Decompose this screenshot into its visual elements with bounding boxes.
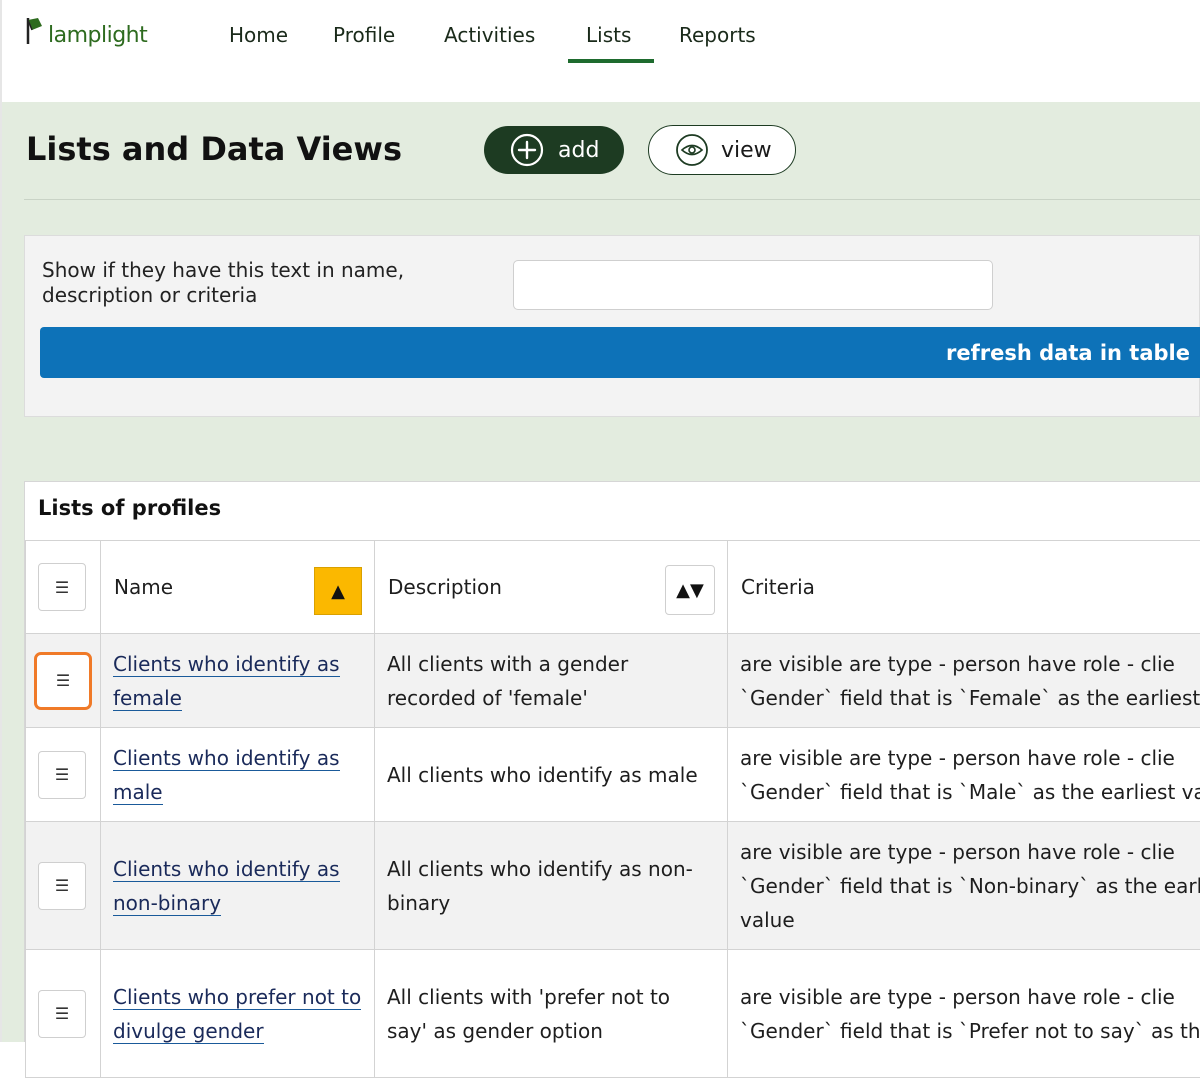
logo-text: lamplight	[48, 16, 147, 56]
header-description-cell[interactable]: Description ▲▼	[375, 541, 728, 634]
column-menu-button[interactable]: ☰	[38, 563, 86, 611]
view-button-label: view	[721, 138, 772, 163]
table-row: ☰ Clients who prefer not to divulge gend…	[26, 950, 1200, 1078]
row-name-cell: Clients who prefer not to divulge gender	[101, 950, 375, 1078]
list-name-link[interactable]: Clients who identify as non-binary	[113, 857, 340, 916]
sort-description-button[interactable]: ▲▼	[665, 565, 715, 615]
criteria-line: `Gender` field that is `Prefer not to sa…	[740, 1014, 1200, 1048]
row-name-cell: Clients who identify as non-binary	[101, 822, 375, 950]
nav-lists[interactable]: Lists	[586, 20, 631, 50]
criteria-line: value	[740, 903, 1200, 937]
menu-icon: ☰	[55, 765, 69, 784]
list-description: All clients with 'prefer not to say' as …	[387, 980, 715, 1048]
filter-text-input[interactable]	[513, 260, 993, 310]
row-name-cell: Clients who identify as male	[101, 728, 375, 822]
row-menu-button[interactable]: ☰	[34, 652, 92, 710]
table-header-row: ☰ Name ▲ Description ▲▼ Criteria	[26, 541, 1200, 634]
list-name-link[interactable]: Clients who identify as female	[113, 652, 340, 711]
add-button[interactable]: add	[484, 126, 624, 174]
sort-name-button[interactable]: ▲	[314, 567, 362, 615]
header-criteria-label: Criteria	[728, 575, 815, 599]
table-row: ☰ Clients who identify as female All cli…	[26, 634, 1200, 728]
list-name-link[interactable]: Clients who prefer not to divulge gender	[113, 985, 361, 1044]
row-criteria-cell: are visible are type - person have role …	[728, 728, 1200, 822]
criteria-line: are visible are type - person have role …	[740, 835, 1200, 869]
menu-icon: ☰	[55, 578, 69, 597]
app-logo[interactable]: lamplight	[24, 16, 147, 56]
row-menu-cell: ☰	[26, 634, 101, 728]
header-divider	[24, 199, 1200, 200]
table-row: ☰ Clients who identify as male All clien…	[26, 728, 1200, 822]
nav-profile[interactable]: Profile	[333, 20, 395, 50]
row-name-cell: Clients who identify as female	[101, 634, 375, 728]
table-caption: Lists of profiles	[38, 496, 221, 520]
top-navigation-bar: lamplight Home Profile Activities Lists …	[0, 0, 1200, 102]
criteria-line: `Gender` field that is `Female` as the e…	[740, 681, 1200, 715]
row-menu-button[interactable]: ☰	[38, 862, 86, 910]
header-criteria-cell[interactable]: Criteria	[728, 541, 1200, 634]
row-criteria-cell: are visible are type - person have role …	[728, 634, 1200, 728]
list-name-link[interactable]: Clients who identify as male	[113, 746, 340, 805]
nav-reports[interactable]: Reports	[679, 20, 756, 50]
menu-icon: ☰	[55, 876, 69, 895]
eye-icon	[675, 133, 709, 167]
page-title: Lists and Data Views	[26, 130, 402, 168]
row-criteria-cell: are visible are type - person have role …	[728, 822, 1200, 950]
sort-both-icon: ▲▼	[676, 580, 704, 601]
row-description-cell: All clients who identify as male	[375, 728, 728, 822]
header-name-cell[interactable]: Name ▲	[101, 541, 375, 634]
criteria-line: `Gender` field that is `Non-binary` as t…	[740, 869, 1200, 903]
criteria-line: are visible are type - person have role …	[740, 647, 1200, 681]
nav-active-indicator	[568, 59, 654, 63]
add-button-label: add	[558, 138, 599, 163]
list-description: All clients with a gender recorded of 'f…	[387, 647, 715, 715]
row-menu-cell: ☰	[26, 950, 101, 1078]
header-name-label: Name	[101, 575, 173, 599]
row-menu-button[interactable]: ☰	[38, 751, 86, 799]
nav-home[interactable]: Home	[229, 20, 288, 50]
menu-icon: ☰	[55, 1004, 69, 1023]
lamp-icon	[24, 16, 48, 48]
row-criteria-cell: are visible are type - person have role …	[728, 950, 1200, 1078]
refresh-data-label: refresh data in table	[946, 341, 1190, 365]
list-description: All clients who identify as non-binary	[387, 852, 715, 920]
row-menu-button[interactable]: ☰	[38, 990, 86, 1038]
criteria-line: are visible are type - person have role …	[740, 741, 1200, 775]
view-button[interactable]: view	[648, 125, 796, 175]
sort-ascending-icon: ▲	[331, 581, 345, 602]
criteria-line: `Gender` field that is `Male` as the ear…	[740, 775, 1200, 809]
header-menu-cell: ☰	[26, 541, 101, 634]
header-description-label: Description	[375, 575, 502, 599]
menu-icon: ☰	[56, 671, 70, 690]
row-menu-cell: ☰	[26, 728, 101, 822]
filter-label: Show if they have this text in name, des…	[42, 258, 482, 308]
row-description-cell: All clients with a gender recorded of 'f…	[375, 634, 728, 728]
refresh-data-button[interactable]: refresh data in table	[40, 327, 1200, 378]
row-description-cell: All clients who identify as non-binary	[375, 822, 728, 950]
nav-activities[interactable]: Activities	[444, 20, 535, 50]
row-description-cell: All clients with 'prefer not to say' as …	[375, 950, 728, 1078]
plus-circle-icon	[510, 133, 544, 167]
criteria-line: are visible are type - person have role …	[740, 980, 1200, 1014]
table-row: ☰ Clients who identify as non-binary All…	[26, 822, 1200, 950]
row-menu-cell: ☰	[26, 822, 101, 950]
list-description: All clients who identify as male	[387, 758, 715, 792]
lists-table: ☰ Name ▲ Description ▲▼ Criteria ☰ Clien…	[25, 540, 1200, 1078]
